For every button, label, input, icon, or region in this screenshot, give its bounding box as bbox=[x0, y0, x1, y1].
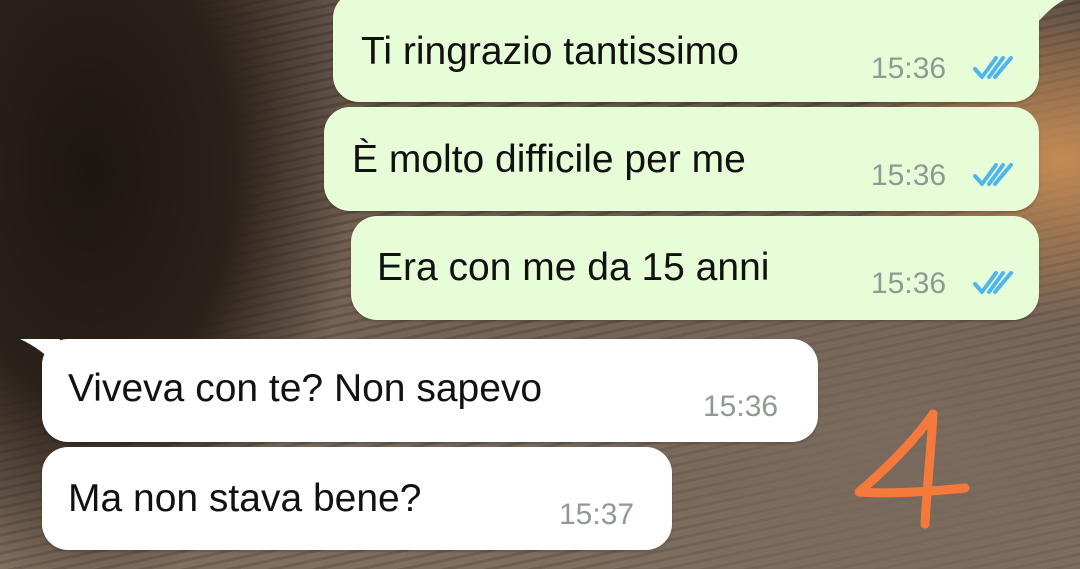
read-double-check-icon bbox=[973, 271, 1013, 294]
message-bubble-outgoing[interactable]: Era con me da 15 anni 15:36 bbox=[351, 216, 1039, 320]
message-bubble-incoming[interactable]: Ma non stava bene? 15:37 bbox=[42, 447, 672, 550]
message-timestamp: 15:36 bbox=[871, 159, 947, 192]
message-text: Ma non stava bene? bbox=[68, 477, 422, 520]
read-double-check-icon bbox=[973, 163, 1013, 186]
message-text: Ti ringrazio tantissimo bbox=[361, 30, 739, 73]
message-bubble-outgoing[interactable]: Ti ringrazio tantissimo 15:36 bbox=[333, 0, 1039, 102]
handwritten-number-annotation bbox=[854, 409, 970, 529]
message-bubble-outgoing[interactable]: È molto difficile per me 15:36 bbox=[324, 107, 1039, 211]
message-text: Viveva con te? Non sapevo bbox=[68, 367, 543, 410]
read-double-check-icon bbox=[973, 56, 1013, 79]
message-bubble-incoming[interactable]: Viveva con te? Non sapevo 15:36 bbox=[42, 339, 818, 442]
message-timestamp: 15:36 bbox=[703, 390, 779, 423]
message-text: È molto difficile per me bbox=[352, 138, 746, 181]
message-text: Era con me da 15 anni bbox=[377, 246, 770, 289]
message-timestamp: 15:36 bbox=[871, 52, 947, 85]
message-timestamp: 15:36 bbox=[871, 267, 947, 300]
message-timestamp: 15:37 bbox=[559, 498, 635, 531]
